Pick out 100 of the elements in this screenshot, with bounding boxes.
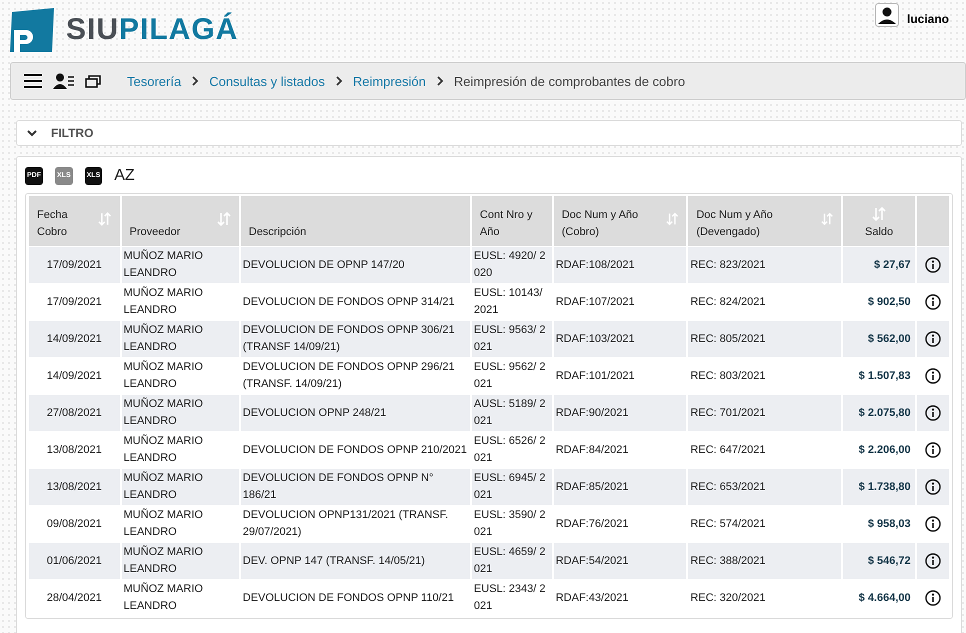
user-list-icon[interactable] — [53, 73, 75, 89]
column-header[interactable]: Doc Num y Año (Devengado) — [688, 196, 842, 246]
table-cell-text: EUSL: 6526/ 2021 — [472, 434, 546, 466]
table-cell-text: DEVOLUCION OPNP131/2021 (TRANSF. 29/07/2021) — [242, 508, 450, 540]
table-cell-text: DEVOLUCION DE FONDOS OPNP 210/2021 — [242, 442, 468, 458]
info-icon[interactable] — [924, 479, 941, 495]
table-cell-text: $ 4.664,00 — [858, 590, 912, 606]
table-cell-text: RDAF:101/2021 — [554, 368, 636, 384]
table-cell: MUÑOZ MARIO LEANDRO — [122, 469, 239, 505]
menu-icon[interactable] — [23, 73, 43, 89]
table-cell-text: $ 2.206,00 — [858, 442, 912, 458]
table-cell: RDAF:108/2021 — [554, 247, 686, 283]
table-cell: DEV. OPNP 147 (TRANSF. 14/05/21) — [240, 543, 470, 579]
table-cell-text: DEVOLUCION DE FONDOS OPNP 110/21 — [242, 590, 455, 606]
sort-icon — [821, 211, 834, 227]
breadcrumb-current: Reimpresión de comprobantes de cobro — [454, 74, 686, 88]
breadcrumb-link[interactable]: Tesorería — [127, 74, 182, 88]
table-cell: DEVOLUCION OPNP 248/21 — [240, 395, 470, 431]
table-cell-text: RDAF:107/2021 — [554, 294, 636, 310]
table-cell-text: REC: 803/2021 — [689, 368, 767, 384]
table-cell-text: MUÑOZ MARIO LEANDRO — [122, 433, 204, 466]
table-cell: RDAF:54/2021 — [554, 543, 686, 579]
table-cell-text: REC: 320/2021 — [689, 590, 767, 606]
table-cell: MUÑOZ MARIO LEANDRO — [122, 395, 239, 431]
table-cell-text: REC: 574/2021 — [689, 516, 767, 532]
table-cell: MUÑOZ MARIO LEANDRO — [122, 247, 239, 283]
chevron-icon — [27, 129, 37, 137]
info-icon[interactable] — [924, 590, 941, 606]
table-cell: $ 562,00 — [843, 321, 915, 357]
table-cell-text: REC: 647/2021 — [689, 442, 767, 458]
logo-text: SIUPILAGÁ — [66, 13, 238, 47]
sort-button[interactable]: AZ — [114, 167, 135, 185]
table-cell: MUÑOZ MARIO LEANDRO — [122, 543, 239, 579]
column-header[interactable]: Cont Nro y Año — [472, 196, 552, 246]
table-cell-text: MUÑOZ MARIO LEANDRO — [122, 359, 204, 392]
table-cell: REC: 805/2021 — [688, 321, 842, 357]
table-cell: DEVOLUCION DE FONDOS OPNP 306/21 (TRANSF 14/09/21) — [240, 321, 470, 357]
table-cell: REC: 653/2021 — [688, 469, 842, 505]
table-cell: REC: 823/2021 — [688, 247, 842, 283]
table-cell-text: 09/08/2021 — [46, 516, 103, 532]
user-icon[interactable] — [874, 3, 899, 27]
chevron-icon — [436, 76, 444, 86]
filter-panel[interactable]: FILTRO — [16, 120, 962, 146]
table-cell: REC: 388/2021 — [688, 543, 842, 579]
column-header[interactable]: Descripción — [240, 196, 470, 246]
sort-icon — [98, 211, 112, 227]
table-cell: EUSL: 4659/ 2021 — [472, 543, 552, 579]
table-cell: $ 2.075,80 — [843, 395, 915, 431]
sort-icon — [872, 206, 886, 222]
table-cell-text: EUSL: 9562/ 2021 — [472, 360, 546, 392]
table-cell-text: MUÑOZ MARIO LEANDRO — [122, 581, 204, 614]
table-cell: MUÑOZ MARIO LEANDRO — [122, 321, 239, 357]
info-icon[interactable] — [924, 294, 941, 310]
table-cell: DEVOLUCION DE OPNP 147/20 — [240, 247, 470, 283]
table-cell-text: $ 958,03 — [866, 516, 912, 532]
table-cell-text: REC: 824/2021 — [689, 294, 767, 310]
table-cell-text: DEVOLUCION DE FONDOS OPNP 296/21 (TRANSF. 14/09/21) — [242, 360, 456, 392]
breadcrumb-link[interactable]: Reimpresión — [352, 74, 426, 88]
column-header[interactable]: Doc Num y Año (Cobro) — [554, 196, 686, 246]
logo-icon — [8, 6, 56, 54]
chevron-icon — [334, 76, 343, 86]
column-header[interactable]: Proveedor — [122, 196, 239, 246]
table-cell: DEVOLUCION DE FONDOS OPNP N° 186/21 — [240, 469, 470, 505]
table-cell: 17/09/2021 — [29, 247, 120, 283]
info-icon[interactable] — [924, 442, 941, 458]
table-cell-text: RDAF:84/2021 — [554, 442, 630, 458]
info-icon[interactable] — [924, 331, 941, 347]
table-cell: 27/08/2021 — [29, 395, 120, 431]
user-name: luciano — [906, 11, 949, 26]
table-cell: 13/08/2021 — [29, 469, 120, 505]
table-cell-text: $ 1.507,83 — [858, 368, 912, 384]
column-header[interactable]: Saldo — [843, 196, 915, 246]
table-cell-text: 17/09/2021 — [46, 294, 103, 310]
info-icon[interactable] — [924, 368, 941, 384]
info-icon[interactable] — [924, 553, 941, 569]
filter-title: FILTRO — [51, 126, 94, 140]
windows-icon[interactable] — [85, 74, 101, 88]
table-cell-text: 13/08/2021 — [46, 442, 103, 458]
table-cell-text: 14/09/2021 — [46, 368, 103, 384]
chevron-icon — [191, 76, 200, 86]
table-cell: EUSL: 9563/ 2021 — [472, 321, 552, 357]
table-cell: AUSL: 5189/ 2021 — [472, 395, 552, 431]
info-icon[interactable] — [924, 516, 941, 532]
sort-icon — [666, 211, 678, 227]
table-cell: RDAF:103/2021 — [554, 321, 686, 357]
table-cell-text: 28/04/2021 — [46, 590, 103, 606]
table-cell: RDAF:90/2021 — [554, 395, 686, 431]
table-cell: $ 546,72 — [843, 543, 915, 579]
table-cell: $ 1.738,80 — [843, 469, 915, 505]
table-cell-text: EUSL: 10143/ 2021 — [472, 286, 544, 318]
column-header[interactable]: Fecha Cobro — [29, 196, 120, 246]
table-cell: $ 27,67 — [843, 247, 915, 283]
info-icon[interactable] — [924, 257, 941, 273]
table-cell: RDAF:85/2021 — [554, 469, 686, 505]
info-icon[interactable] — [924, 405, 941, 421]
breadcrumb-link[interactable]: Consultas y listados — [209, 74, 325, 88]
table-cell: REC: 701/2021 — [688, 395, 842, 431]
table-cell: EUSL: 6945/ 2021 — [472, 469, 552, 505]
table-cell: EUSL: 4920/ 2020 — [472, 247, 552, 283]
table-cell-text: $ 902,50 — [866, 294, 912, 310]
